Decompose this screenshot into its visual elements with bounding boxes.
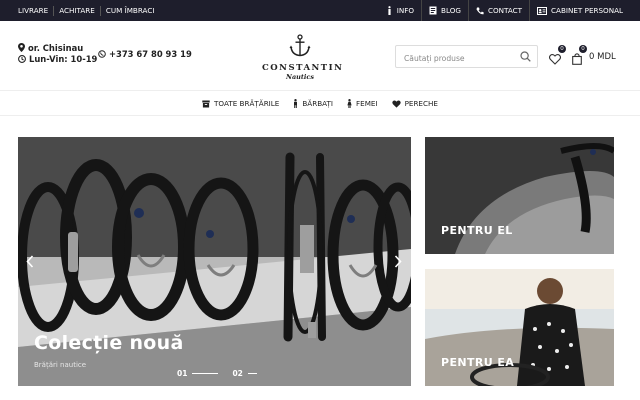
top-link-info-label: INFO [396, 6, 415, 15]
women-banner-label: PENTRU EA [441, 356, 515, 369]
hours-row: Lun-Vin: 10-19 [18, 53, 97, 64]
top-link-blog[interactable]: BLOG [421, 0, 468, 21]
info-icon [388, 6, 391, 15]
slider-next-arrow-icon[interactable] [394, 255, 402, 268]
hero-subtitle: Brățări nautice [34, 361, 87, 369]
site-logo[interactable]: CONSTANTIN Nautics [262, 34, 344, 81]
top-link-cabinet-label: CABINET PERSONAL [551, 6, 623, 15]
slide-number: 02 [232, 369, 243, 378]
nav-item-all-bracelets[interactable]: TOATE BRĂȚĂRILE [202, 99, 279, 108]
slide-number: 01 [177, 369, 188, 378]
nav-item-men[interactable]: BĂRBAȚI [293, 99, 333, 108]
anchor-logo-icon [289, 34, 311, 57]
whatsapp-icon [98, 50, 106, 58]
store-hours: Lun-Vin: 10-19 [29, 53, 98, 64]
men-category-banner[interactable]: PENTRU EL [425, 137, 614, 254]
phone-link[interactable]: +373 67 80 93 19 [98, 49, 192, 59]
search-icon[interactable] [520, 51, 531, 62]
address-row: or. Chisinau [18, 42, 97, 53]
heart-icon [548, 54, 562, 65]
top-link-contact-label: CONTACT [487, 6, 523, 15]
nav-item-women[interactable]: FEMEI [347, 99, 378, 108]
clock-icon [18, 54, 26, 63]
box-icon [202, 100, 210, 107]
blog-icon [429, 6, 437, 15]
top-link-contact[interactable]: CONTACT [467, 0, 529, 21]
cart-button[interactable]: 0 [572, 45, 587, 69]
hero-slider[interactable]: Colecție nouă Brățări nautice 01 02 [18, 137, 411, 386]
slider-dot-1[interactable]: 01 [177, 369, 219, 378]
phone-number: +373 67 80 93 19 [109, 49, 192, 59]
store-address: or. Chisinau [28, 42, 84, 53]
site-header: or. Chisinau Lun-Vin: 10-19 +373 67 80 9… [0, 21, 640, 91]
men-banner-label: PENTRU EL [441, 224, 513, 237]
search-box [395, 45, 538, 69]
top-link-cabinet[interactable]: CABINET PERSONAL [529, 0, 630, 21]
phone-icon [476, 7, 484, 14]
women-category-banner[interactable]: PENTRU EA [425, 269, 614, 386]
wishlist-count: 0 [558, 45, 566, 53]
hero-title: Colecție nouă [34, 332, 184, 354]
logo-sub: Nautics [286, 73, 314, 81]
location-pin-icon [18, 43, 25, 52]
nav-item-label: TOATE BRĂȚĂRILE [214, 99, 280, 108]
wishlist-button[interactable]: 0 [548, 45, 566, 69]
nav-item-label: BĂRBAȚI [302, 99, 334, 108]
slider-pagination: 01 02 [177, 369, 271, 378]
top-link-info[interactable]: INFO [379, 0, 421, 21]
top-link-achitare[interactable]: ACHITARE [54, 5, 101, 16]
cart-count: 0 [579, 45, 587, 53]
main-nav: TOATE BRĂȚĂRILE BĂRBAȚI FEMEI PERECHE [0, 92, 640, 116]
heart-filled-icon [391, 100, 401, 108]
slider-prev-arrow-icon[interactable] [26, 255, 34, 268]
slider-dot-2[interactable]: 02 [232, 369, 257, 378]
man-icon [294, 99, 298, 108]
top-bar-account-links: INFO BLOG CONTACT CABINET PERSONAL [379, 0, 630, 21]
store-info: or. Chisinau Lun-Vin: 10-19 [18, 42, 97, 64]
id-card-icon [537, 6, 548, 15]
nav-item-couple[interactable]: PERECHE [391, 99, 438, 108]
nav-item-label: PERECHE [404, 99, 438, 108]
top-link-livrare[interactable]: LIVRARE [14, 5, 55, 16]
search-input[interactable] [396, 48, 514, 69]
cart-total[interactable]: 0 MDL [589, 52, 616, 62]
logo-brand: CONSTANTIN [262, 63, 344, 73]
shopping-bag-icon [572, 53, 582, 65]
top-bar-links: LIVRARE ACHITARE CUM ÎMBRACI [14, 0, 159, 21]
nav-item-label: FEMEI [356, 99, 378, 108]
woman-icon [347, 99, 352, 108]
top-bar: LIVRARE ACHITARE CUM ÎMBRACI INFO BLOG C… [0, 0, 640, 21]
top-link-blog-label: BLOG [441, 6, 461, 15]
top-link-cum-imbraci[interactable]: CUM ÎMBRACI [101, 6, 160, 16]
